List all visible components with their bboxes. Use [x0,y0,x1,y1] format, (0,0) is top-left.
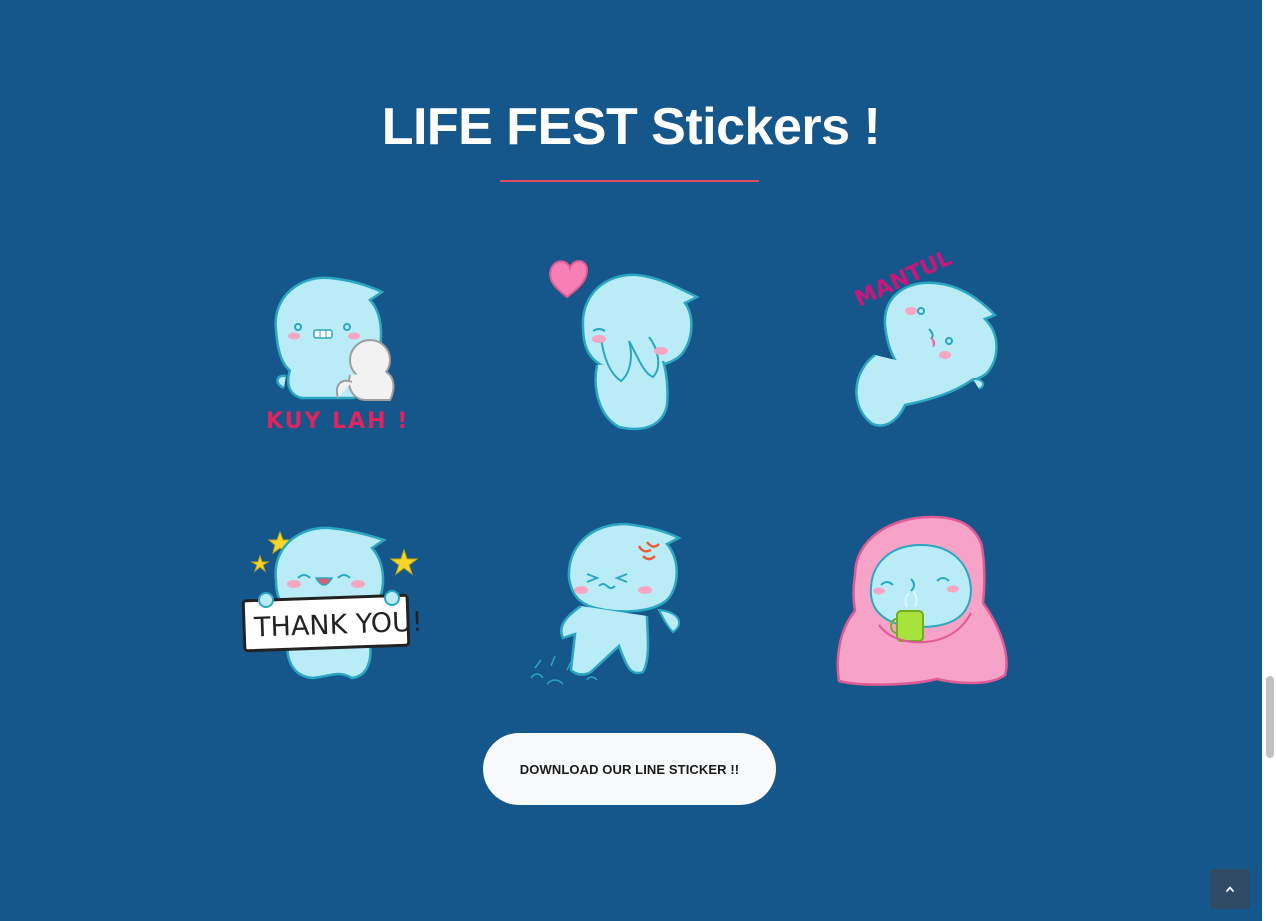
scrollbar-thumb[interactable] [1266,676,1274,758]
section-title: LIFE FEST Stickers ! [381,98,881,156]
sticker-blanket[interactable] [833,515,1013,690]
angry-sticker-image [530,522,682,685]
sticker-mantul[interactable]: MANTUL [845,246,1005,435]
blanket-sticker-image [836,515,1008,686]
thank-you-caption: THANK YOU! [253,607,424,644]
love-sticker-image [549,260,700,431]
stickers-section: LIFE FEST Stickers ! KUY LAH ! MANTUL TH… [0,0,1262,921]
title-underline [500,180,759,182]
sticker-angry[interactable] [527,520,687,690]
download-line-sticker-button[interactable]: DOWNLOAD OUR LINE STICKER !! [483,733,776,805]
sticker-kuy-lah[interactable]: KUY LAH ! [262,270,407,435]
sticker-thank-you[interactable]: THANK YOU! [241,520,424,685]
kuy-lah-caption: KUY LAH ! [266,409,409,434]
mantul-sticker-image: MANTUL [851,246,998,427]
scrollbar-track[interactable] [1262,0,1276,921]
kuy-lah-sticker-image: KUY LAH ! [266,276,407,434]
thank-you-sticker-image: THANK YOU! [241,526,424,680]
chevron-up-icon [1226,886,1234,892]
sticker-love[interactable] [545,255,705,435]
back-to-top-button[interactable] [1210,869,1250,909]
